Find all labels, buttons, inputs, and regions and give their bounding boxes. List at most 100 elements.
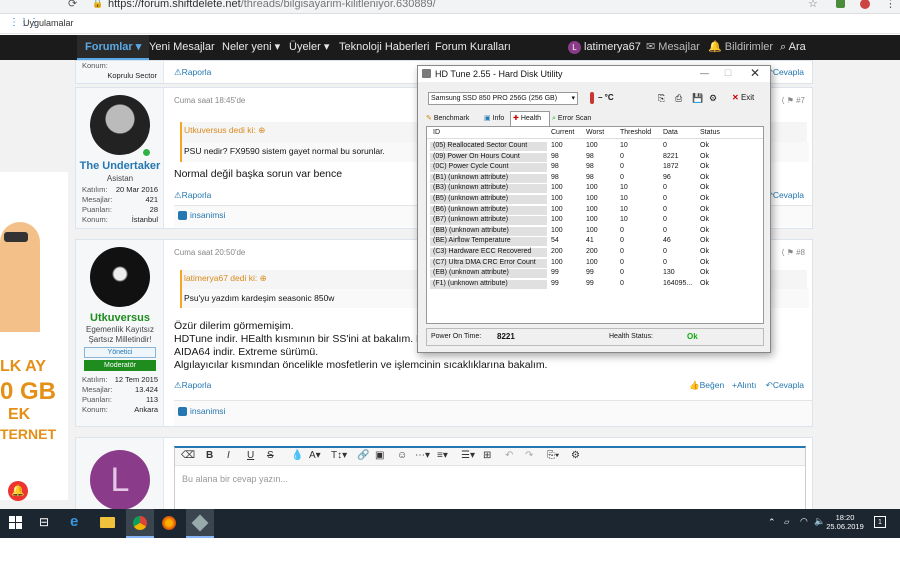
col-header-current[interactable]: Current <box>551 128 574 139</box>
tab-error-scan[interactable]: ⌕ Error Scan <box>552 113 602 125</box>
smart-table-row[interactable]: (BB) (unknown attribute) 100 100 0 0 Ok <box>427 226 763 237</box>
bold-icon[interactable]: B <box>206 450 213 461</box>
post7-report-link[interactable]: ⚠Raporla <box>174 190 211 201</box>
font-size-icon[interactable]: T↕▾ <box>331 450 347 461</box>
options-icon[interactable]: ⚙ <box>709 93 717 104</box>
profile-avatar[interactable] <box>860 0 870 9</box>
smart-table-row[interactable]: (C3) Hardware ECC Recovered 200 200 0 0 Ok <box>427 247 763 258</box>
strikethrough-icon[interactable]: S <box>267 450 274 461</box>
tray-clock[interactable]: 18:20 25.06.2019 <box>826 513 864 531</box>
color-icon[interactable]: 💧 <box>291 450 303 461</box>
nav-forums[interactable]: Forumlar ▾ <box>77 35 150 60</box>
nav-forum-rules[interactable]: Forum Kuralları <box>435 35 511 60</box>
tab-health[interactable]: ✚ Health <box>510 111 550 127</box>
underline-icon[interactable]: U <box>247 450 254 461</box>
close-button[interactable]: ✕ <box>750 66 760 80</box>
smiley-icon[interactable]: ☺ <box>397 450 407 461</box>
post8-time[interactable]: Cuma saat 20:50'de <box>174 248 245 257</box>
smart-table-row[interactable]: (05) Reallocated Sector Count 100 100 10 0 Ok <box>427 141 763 152</box>
bookmark-star-icon[interactable]: ☆ <box>808 0 818 10</box>
smart-table-row[interactable]: (B6) (unknown attribute) 100 100 10 0 Ok <box>427 205 763 216</box>
link-icon[interactable]: 🔗 <box>357 450 369 461</box>
post7-avatar[interactable] <box>90 95 150 155</box>
hdtune-titlebar[interactable]: HD Tune 2.55 - Hard Disk Utility — ☐ ✕ <box>418 66 770 82</box>
post7-time[interactable]: Cuma saat 18:45'de <box>174 96 245 105</box>
align-icon[interactable]: ≡▾ <box>437 450 448 461</box>
post7-like-user[interactable]: insanimsi <box>190 210 225 220</box>
hdtune-window[interactable]: HD Tune 2.55 - Hard Disk Utility — ☐ ✕ S… <box>417 65 771 353</box>
list-icon[interactable]: ☰▾ <box>461 450 475 461</box>
ad-banner[interactable]: LK AY 0 GB EK TERNET <box>0 172 68 500</box>
post8-reply-link[interactable]: ↶Cevapla <box>766 380 804 391</box>
reload-icon[interactable]: ⟳ <box>68 0 77 10</box>
col-header-status[interactable]: Status <box>700 128 720 139</box>
reply-editor[interactable]: ⌫ B I U S 💧 A▾ T↕▾ 🔗 ▣ ☺ ⋯▾ ≡▾ ☰▾ ⊞ ↶ ↷ … <box>174 446 806 510</box>
post8-like-user[interactable]: insanimsi <box>190 406 225 416</box>
bookmark-apps[interactable]: Uygulamalar <box>23 18 74 28</box>
post7-reply-link[interactable]: ↶Cevapla <box>766 190 804 201</box>
nav-messages[interactable]: ✉ Mesajlar <box>646 35 700 60</box>
redo-icon[interactable]: ↷ <box>525 450 533 461</box>
firefox-icon[interactable] <box>162 516 176 530</box>
image-icon[interactable]: ▣ <box>375 450 384 461</box>
nav-search[interactable]: ⌕ Ara <box>780 35 806 60</box>
extension-icon[interactable] <box>836 0 845 8</box>
post7-quote-head[interactable]: Utkuversus dedi ki: ⊕ <box>184 125 265 136</box>
table-icon[interactable]: ⊞ <box>483 450 491 461</box>
col-header-id[interactable]: ID <box>433 128 440 139</box>
smart-table[interactable]: ID Current Worst Threshold Data Status (… <box>426 126 764 324</box>
undo-icon[interactable]: ↶ <box>505 450 513 461</box>
smart-table-row[interactable]: (0C) Power Cycle Count 98 98 0 1872 Ok <box>427 162 763 173</box>
post8-avatar[interactable] <box>90 247 150 307</box>
eraser-icon[interactable]: ⌫ <box>181 450 195 461</box>
nav-user[interactable]: latimerya67 <box>584 35 641 60</box>
more-icon[interactable]: ⋯▾ <box>415 450 430 461</box>
reply-placeholder[interactable]: Bu alana bir cevap yazın... <box>182 474 288 484</box>
exit-button[interactable]: ✕ Exit <box>732 93 754 102</box>
task-view-icon[interactable]: ⊟ <box>39 515 49 529</box>
smart-table-row[interactable]: (09) Power On Hours Count 98 98 0 8221 Ok <box>427 152 763 163</box>
edge-icon[interactable]: e <box>70 513 78 530</box>
post7-actions[interactable]: ⟨ ⚑ #7 <box>781 96 805 105</box>
previous-reply-link[interactable]: ↶Cevapla <box>766 67 804 78</box>
smart-table-row[interactable]: (B7) (unknown attribute) 100 100 10 0 Ok <box>427 215 763 226</box>
nav-user-avatar[interactable]: L <box>568 41 581 54</box>
post8-like-link[interactable]: 👍Beğen <box>689 380 724 391</box>
notification-bell-icon[interactable]: 🔔 <box>8 481 28 501</box>
col-header-data[interactable]: Data <box>663 128 678 139</box>
nav-tech-news[interactable]: Teknoloji Haberleri <box>339 35 430 60</box>
post7-username[interactable]: The Undertaker <box>76 160 164 172</box>
minimize-button[interactable]: — <box>700 68 709 78</box>
file-explorer-icon[interactable] <box>100 517 115 528</box>
save-icon[interactable]: 💾 <box>692 93 703 104</box>
nav-new-posts[interactable]: Yeni Mesajlar <box>149 35 215 60</box>
col-header-worst[interactable]: Worst <box>586 128 604 139</box>
settings-gear-icon[interactable]: ⚙ <box>571 450 580 461</box>
hdtune-taskbar-button[interactable] <box>186 509 214 538</box>
nav-whats-new[interactable]: Neler yeni ▾ <box>222 35 280 60</box>
windows-start-icon[interactable] <box>9 516 22 529</box>
preview-icon[interactable]: ⎘▾ <box>547 450 559 461</box>
copy-all-icon[interactable]: ⎙ <box>675 93 682 104</box>
nav-members[interactable]: Üyeler ▾ <box>289 35 329 60</box>
italic-icon[interactable]: I <box>227 450 230 461</box>
smart-table-row[interactable]: (C7) Ultra DMA CRC Error Count 100 100 0 0 Ok <box>427 258 763 269</box>
smart-table-row[interactable]: (BE) Airflow Temperature 54 41 0 46 Ok <box>427 236 763 247</box>
post8-quote-link[interactable]: +Alıntı <box>732 380 756 390</box>
smart-table-row[interactable]: (B1) (unknown attribute) 98 98 0 96 Ok <box>427 173 763 184</box>
drive-select[interactable]: Samsung SSD 850 PRO 256G (256 GB) ▾ <box>428 92 578 105</box>
col-header-threshold[interactable]: Threshold <box>620 128 651 139</box>
font-family-icon[interactable]: A▾ <box>309 450 321 461</box>
post8-quote-head[interactable]: latimerya67 dedi ki: ⊕ <box>184 273 267 284</box>
post8-actions[interactable]: ⟨ ⚑ #8 <box>781 248 805 257</box>
tray-wifi-icon[interactable]: ◠ <box>800 516 808 527</box>
copy-icon[interactable]: ⎘ <box>658 93 665 104</box>
tray-chevron-up-icon[interactable]: ⌃ <box>768 517 776 528</box>
browser-address-bar[interactable]: ⟳ 🔒 https://forum.shiftdelete.net/thread… <box>0 0 900 14</box>
post8-username[interactable]: Utkuversus <box>76 312 164 324</box>
tray-volume-icon[interactable]: 🔈 <box>814 516 825 527</box>
smart-table-row[interactable]: (EB) (unknown attribute) 99 99 0 130 Ok <box>427 268 763 279</box>
smart-table-row[interactable]: (B3) (unknown attribute) 100 100 10 0 Ok <box>427 183 763 194</box>
maximize-button[interactable]: ☐ <box>724 68 732 79</box>
previous-report-link[interactable]: ⚠Raporla <box>174 67 211 78</box>
